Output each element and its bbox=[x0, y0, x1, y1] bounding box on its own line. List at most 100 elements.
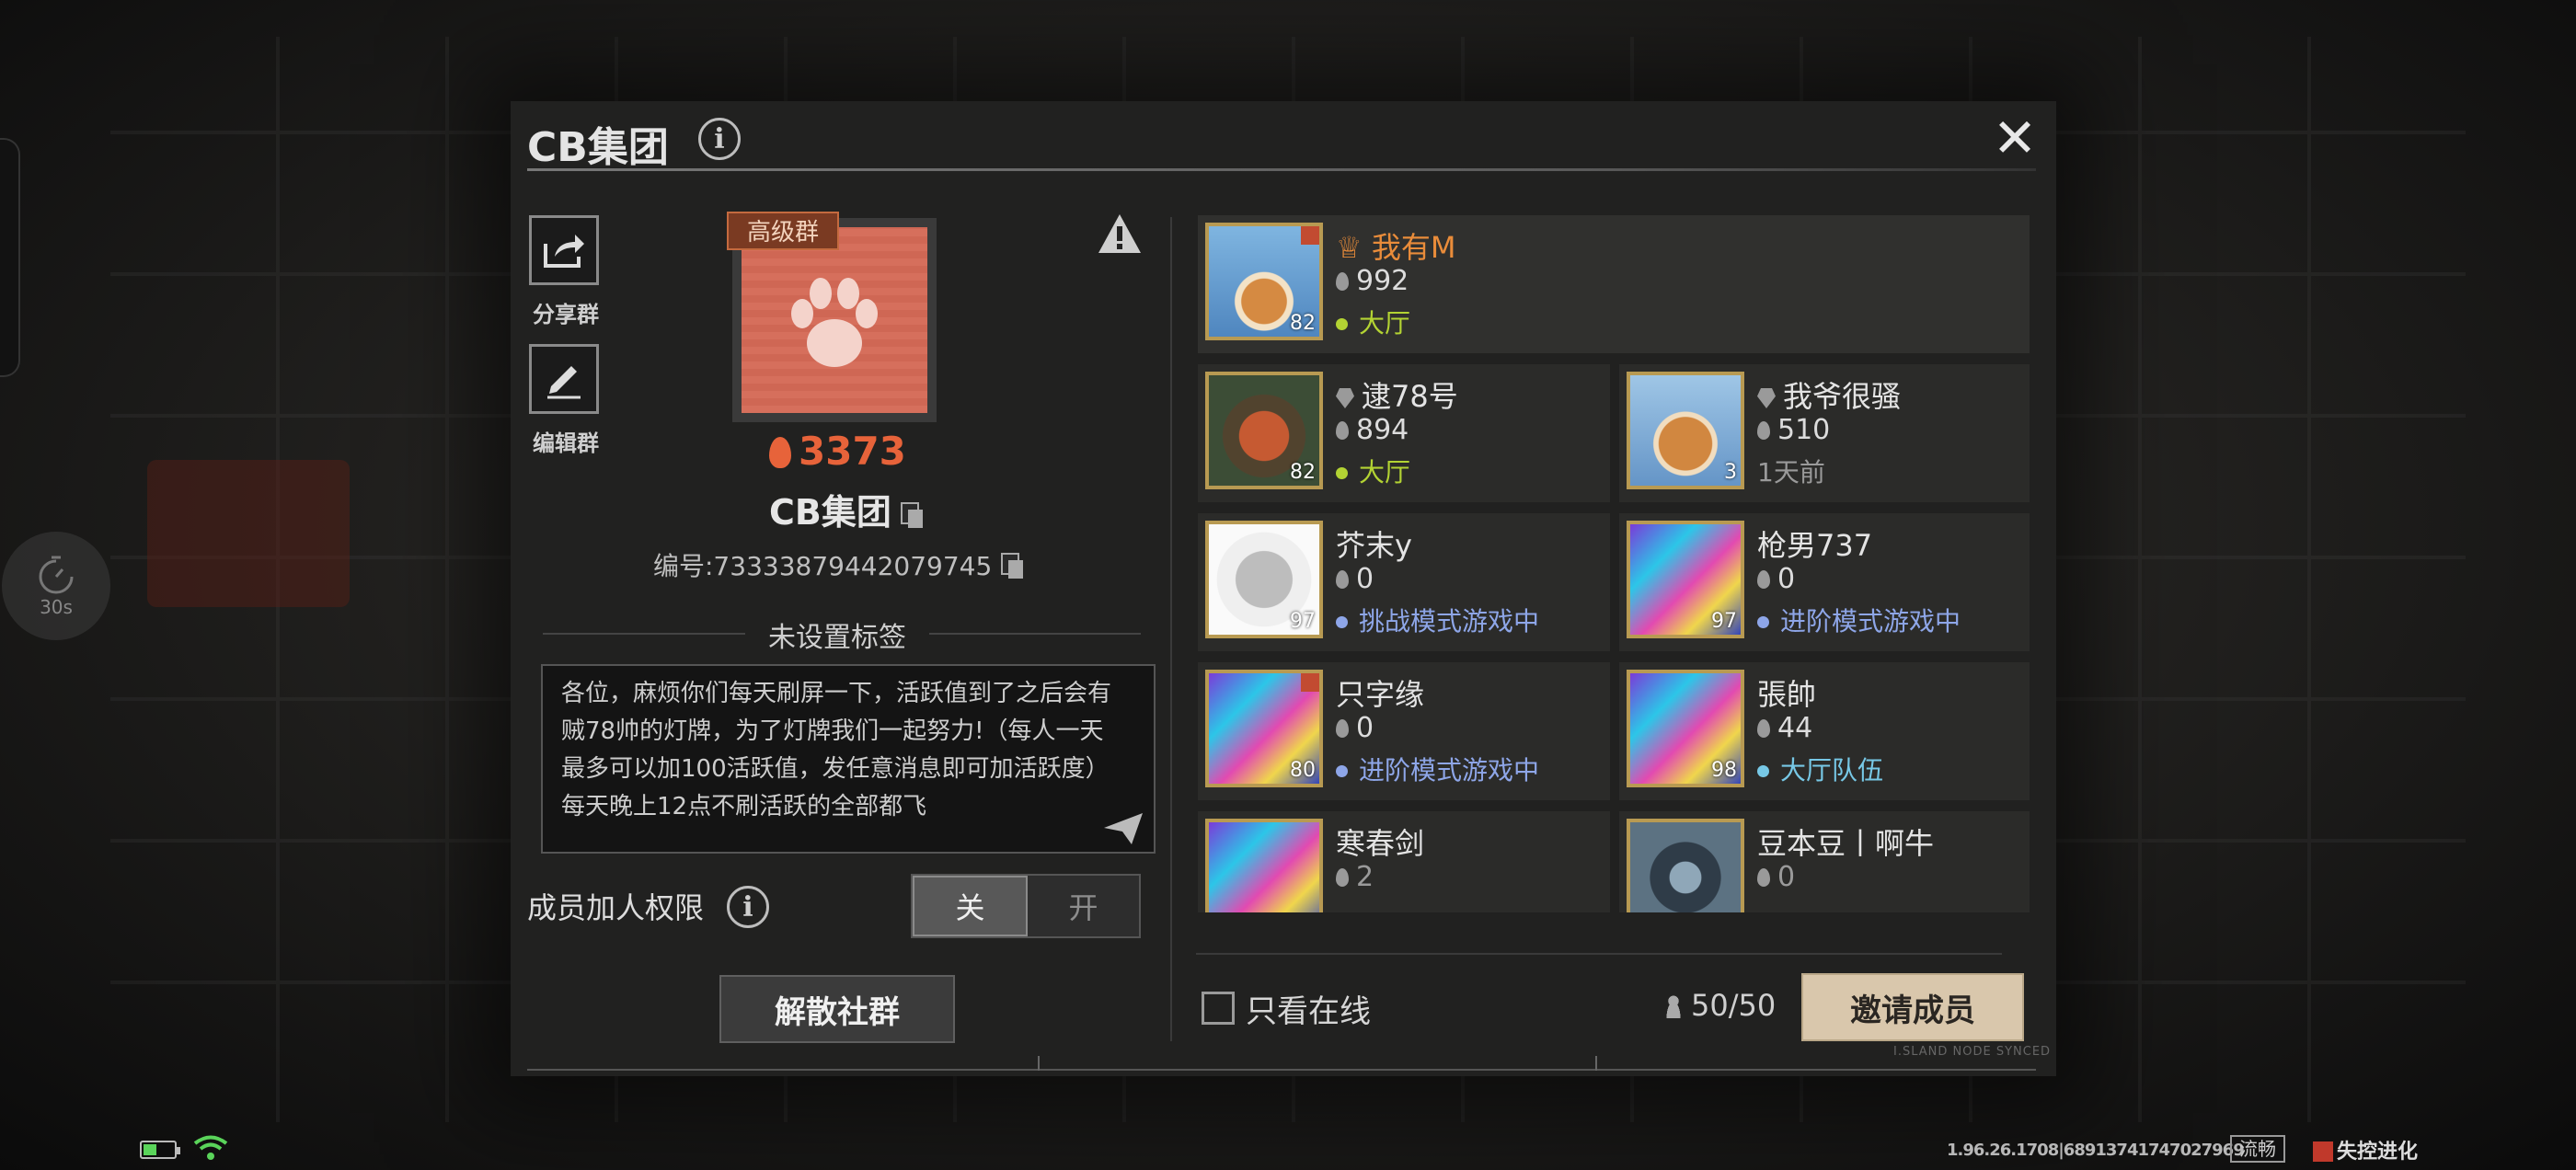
permission-toggle[interactable]: 关 开 bbox=[911, 874, 1141, 938]
member-status-text: 1天前 bbox=[1757, 457, 1825, 488]
online-only-label[interactable]: 只看在线 bbox=[1246, 986, 1371, 1031]
share-button[interactable] bbox=[529, 215, 599, 285]
member-avatar: 82 bbox=[1205, 372, 1323, 489]
member-card[interactable]: 82 ♕ 我有M 992 大厅 bbox=[1198, 215, 2030, 353]
person-icon bbox=[1663, 994, 1684, 1018]
pencil-icon bbox=[547, 366, 581, 399]
member-status: 挑战模式游戏中 bbox=[1336, 602, 1539, 638]
share-icon bbox=[544, 235, 584, 268]
member-status: 大厅 bbox=[1336, 453, 1410, 489]
flame-icon bbox=[1757, 570, 1770, 589]
tag-divider-left bbox=[543, 633, 745, 635]
member-status-text: 进阶模式游戏中 bbox=[1780, 606, 1961, 637]
paw-icon bbox=[791, 278, 878, 367]
member-count-value: 50/50 bbox=[1691, 988, 1777, 1023]
member-card[interactable]: 寒春剑 2 bbox=[1198, 811, 1610, 912]
toggle-off-option[interactable]: 关 bbox=[913, 876, 1028, 936]
close-button[interactable]: ✕ bbox=[1987, 111, 2042, 167]
member-level: 97 bbox=[1711, 610, 1737, 633]
group-description[interactable]: 各位，麻烦你们每天刷屏一下，活跃值到了之后会有 贼78帅的灯牌，为了灯牌我们一起… bbox=[541, 664, 1156, 854]
member-card[interactable]: 98 張帥 44 大厅队伍 bbox=[1619, 662, 2030, 800]
description-line: 贼78帅的灯牌，为了灯牌我们一起努力!（每人一天 bbox=[561, 717, 1104, 745]
member-activity: 0 bbox=[1336, 712, 1374, 744]
tag-header[interactable]: 未设置标签 bbox=[754, 614, 920, 655]
status-dot bbox=[1757, 616, 1769, 628]
share-label: 分享群 bbox=[533, 302, 599, 327]
ruler-tick bbox=[1038, 1056, 1040, 1071]
member-avatar: 82 bbox=[1205, 223, 1323, 340]
copy-icon[interactable] bbox=[900, 502, 925, 528]
background-red-element bbox=[147, 460, 350, 607]
timer-text: 30s bbox=[40, 596, 73, 618]
score-value: 3373 bbox=[799, 429, 906, 474]
member-activity: 992 bbox=[1336, 265, 1409, 297]
member-card[interactable]: 82 逮78号 894 大厅 bbox=[1198, 364, 1610, 502]
member-activity: 0 bbox=[1757, 861, 1795, 893]
member-status-text: 进阶模式游戏中 bbox=[1359, 755, 1540, 786]
status-dot bbox=[1336, 616, 1348, 628]
member-avatar: 80 bbox=[1205, 670, 1323, 787]
info-icon[interactable]: i bbox=[698, 118, 741, 160]
member-level: 97 bbox=[1290, 610, 1316, 633]
edit-button[interactable] bbox=[529, 344, 599, 414]
member-name-text: 我爷很骚 bbox=[1783, 379, 1902, 414]
copy-id-icon[interactable] bbox=[1001, 553, 1025, 579]
permission-info-icon[interactable]: i bbox=[727, 886, 769, 928]
member-card[interactable]: 3 我爷很骚 510 1天前 bbox=[1619, 364, 2030, 502]
description-line: 各位，麻烦你们每天刷屏一下，活跃值到了之后会有 bbox=[561, 680, 1112, 707]
member-name-text: 我有M bbox=[1371, 230, 1456, 265]
crown-icon: ♕ bbox=[1336, 230, 1372, 265]
member-name: 只字缘 bbox=[1336, 677, 1425, 712]
owner-corner-badge bbox=[1301, 226, 1319, 245]
description-line: 最多可以加100活跃值，发任意消息即可加活跃度） bbox=[561, 755, 1110, 783]
member-status: 1天前 bbox=[1757, 453, 1825, 489]
ruler-tick bbox=[1595, 1056, 1597, 1071]
graphics-quality-label[interactable]: 流畅 bbox=[2230, 1135, 2285, 1163]
member-level: 82 bbox=[1290, 312, 1316, 335]
member-card[interactable]: 80 只字缘 0 进阶模式游戏中 bbox=[1198, 662, 1610, 800]
member-activity-value: 510 bbox=[1777, 414, 1831, 446]
member-status-text: 大厅队伍 bbox=[1780, 755, 1884, 786]
timer-widget[interactable]: 30s bbox=[2, 532, 110, 640]
group-avatar bbox=[742, 227, 927, 413]
group-name-text: CB集团 bbox=[769, 492, 891, 533]
member-count: 50/50 bbox=[1663, 988, 1776, 1023]
member-name: 寒春剑 bbox=[1336, 826, 1425, 861]
disband-button[interactable]: 解散社群 bbox=[719, 975, 955, 1043]
online-only-checkbox[interactable] bbox=[1202, 992, 1235, 1025]
member-activity-value: 2 bbox=[1356, 861, 1374, 893]
member-activity: 894 bbox=[1336, 414, 1409, 446]
send-icon[interactable] bbox=[1102, 809, 1144, 846]
member-avatar: 97 bbox=[1627, 521, 1744, 638]
report-warning-icon[interactable] bbox=[1097, 212, 1143, 256]
toggle-on-option[interactable]: 开 bbox=[1028, 876, 1139, 936]
status-dot bbox=[1336, 467, 1348, 479]
member-name: 豆本豆丨啊牛 bbox=[1757, 826, 1935, 861]
member-activity: 0 bbox=[1336, 563, 1374, 595]
tag-divider-right bbox=[929, 633, 1141, 635]
member-card[interactable]: 豆本豆丨啊牛 0 bbox=[1619, 811, 2030, 912]
flame-icon bbox=[1757, 421, 1770, 440]
group-id: 编号:7333387944207974​5 bbox=[653, 546, 1025, 583]
edge-handle[interactable] bbox=[0, 138, 20, 377]
member-avatar: 3 bbox=[1627, 372, 1744, 489]
member-activity: 44 bbox=[1757, 712, 1812, 744]
member-card[interactable]: 97 枪男737 0 进阶模式游戏中 bbox=[1619, 513, 2030, 651]
column-divider bbox=[1170, 217, 1172, 1041]
member-avatar bbox=[1205, 819, 1323, 912]
member-card[interactable]: 97 芥末y 0 挑战模式游戏中 bbox=[1198, 513, 1610, 651]
member-activity-value: 894 bbox=[1356, 414, 1409, 446]
member-name: 枪男737 bbox=[1757, 528, 1873, 563]
invite-members-button[interactable]: 邀请成员 bbox=[1801, 973, 2024, 1041]
flame-icon bbox=[1336, 719, 1349, 738]
member-avatar bbox=[1627, 819, 1744, 912]
member-level: 3 bbox=[1724, 461, 1737, 484]
member-avatar: 97 bbox=[1205, 521, 1323, 638]
member-status-text: 大厅 bbox=[1359, 308, 1411, 338]
flame-icon bbox=[1336, 272, 1349, 291]
flame-icon bbox=[769, 437, 791, 468]
member-status-text: 大厅 bbox=[1359, 457, 1411, 488]
role-corner-badge bbox=[1301, 673, 1319, 692]
member-activity-value: 0 bbox=[1356, 563, 1374, 595]
member-status-text: 挑战模式游戏中 bbox=[1359, 606, 1540, 637]
